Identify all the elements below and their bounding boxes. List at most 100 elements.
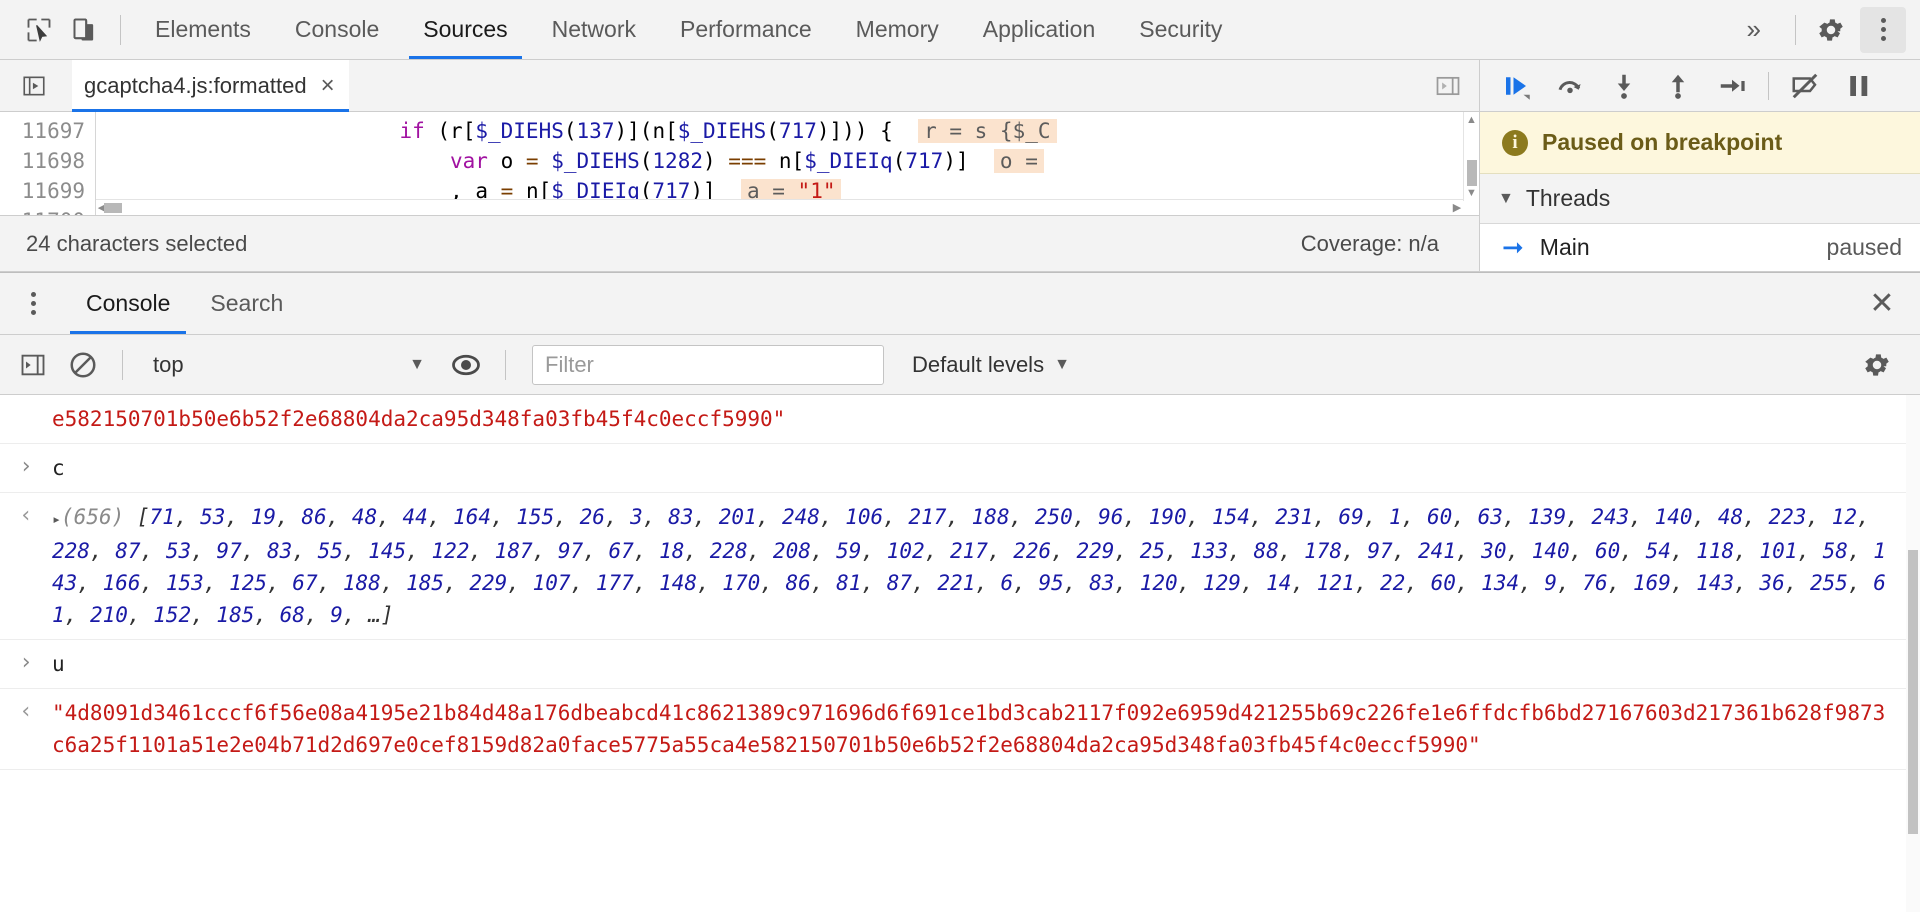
array-separator: , <box>1392 539 1418 563</box>
expand-array-icon[interactable]: ▸ <box>52 503 61 535</box>
tab-network[interactable]: Network <box>530 0 658 59</box>
array-separator: , <box>861 571 887 595</box>
console-settings-gear-icon[interactable] <box>1854 342 1900 388</box>
array-ellipsis: …] <box>368 603 394 627</box>
editor-vertical-scrollbar[interactable]: ▲ ▼ <box>1463 112 1479 201</box>
tab-performance[interactable]: Performance <box>658 0 834 59</box>
array-separator: , <box>642 505 669 529</box>
step-over-next-function-call-icon[interactable] <box>1546 64 1594 108</box>
paused-on-breakpoint-banner: i Paused on breakpoint <box>1480 112 1920 174</box>
info-icon: i <box>1502 129 1528 156</box>
console-filter-input[interactable]: Filter <box>532 344 884 385</box>
debugger-sidebar: i Paused on breakpoint ▼ Threads ➞ Main … <box>1480 60 1920 271</box>
drawer-more-options-icon[interactable] <box>10 281 56 327</box>
code-token: [ <box>462 119 476 143</box>
drawer-tab-console[interactable]: Console <box>66 273 190 334</box>
drawer-tab-search[interactable]: Search <box>190 273 303 334</box>
tab-elements[interactable]: Elements <box>133 0 273 59</box>
console-message-list[interactable]: e582150701b50e6b52f2e68804da2ca95d348fa0… <box>0 395 1920 912</box>
array-item: 68 <box>279 603 305 627</box>
scroll-down-icon[interactable]: ▼ <box>1464 185 1479 201</box>
close-drawer-icon[interactable]: ✕ <box>1862 284 1902 324</box>
array-separator: , <box>1670 571 1697 595</box>
array-separator: , <box>810 571 837 595</box>
inline-debug-value: r = s {$_C <box>918 119 1057 143</box>
code-token: var <box>450 149 488 173</box>
device-toolbar-icon[interactable] <box>62 7 108 53</box>
inspect-cursor-icon[interactable] <box>16 7 62 53</box>
create-live-expression-icon[interactable] <box>443 342 489 388</box>
console-scrollbar-thumb[interactable] <box>1908 550 1918 835</box>
show-navigator-icon[interactable] <box>14 66 54 106</box>
open-in-drawer-icon[interactable] <box>1427 65 1469 107</box>
array-item: 3 <box>630 505 643 529</box>
console-toolbar-divider-1 <box>122 349 123 380</box>
tab-memory[interactable]: Memory <box>834 0 961 59</box>
array-item: 190 <box>1148 505 1187 529</box>
array-item: 122 <box>431 539 470 563</box>
hscrollbar-thumb[interactable] <box>104 203 122 213</box>
scroll-right-icon[interactable]: ▶ <box>1451 200 1463 215</box>
line-number: 11699 <box>21 179 85 203</box>
code-token: ( <box>437 119 451 143</box>
more-tabs-icon[interactable]: » <box>1725 14 1783 45</box>
code-token: === <box>728 149 767 173</box>
code-token: $_DIEIq <box>804 149 893 173</box>
three-dot-menu-icon[interactable] <box>1860 6 1906 53</box>
code-token: n <box>652 119 666 143</box>
array-separator: , <box>225 505 251 529</box>
array-separator: , <box>1734 539 1760 563</box>
log-levels-selector[interactable]: Default levels ▼ <box>898 352 1084 378</box>
array-separator: , <box>1519 571 1545 595</box>
array-separator: , <box>191 539 217 563</box>
thread-row-main[interactable]: ➞ Main paused <box>1480 224 1920 271</box>
file-tab-gcaptcha4[interactable]: gcaptcha4.js:formatted × <box>72 60 349 112</box>
deactivate-breakpoints-icon[interactable] <box>1781 64 1829 108</box>
array-separator: , <box>1291 571 1317 595</box>
array-item: 223 <box>1768 505 1807 529</box>
array-item: 60 <box>1430 571 1456 595</box>
array-item: 54 <box>1645 539 1671 563</box>
pause-on-exceptions-icon[interactable] <box>1835 64 1883 108</box>
array-separator: , <box>1670 539 1697 563</box>
array-separator: , <box>760 571 786 595</box>
scroll-up-icon[interactable]: ▲ <box>1464 112 1479 128</box>
array-item: 26 <box>579 505 605 529</box>
step-out-of-current-function-icon[interactable] <box>1654 64 1702 108</box>
resume-script-execution-icon[interactable] <box>1492 64 1540 108</box>
array-item: 185 <box>216 603 255 627</box>
inline-debug-value: o = <box>993 149 1044 173</box>
array-item: 19 <box>250 505 277 529</box>
code-editor[interactable]: 11697 11698 11699 11700 if (r[$_DIEHS(13… <box>0 112 1479 215</box>
console-scrollbar[interactable] <box>1906 395 1920 912</box>
array-separator: , <box>946 505 972 529</box>
array-separator: , <box>77 571 103 595</box>
array-separator: , <box>819 505 846 529</box>
array-item: 210 <box>89 603 128 627</box>
array-item: 231 <box>1275 505 1314 529</box>
gear-icon[interactable] <box>1808 7 1854 53</box>
code-token: { <box>867 119 893 143</box>
array-separator: , <box>693 505 719 529</box>
tab-console[interactable]: Console <box>273 0 401 59</box>
code-token: if <box>399 119 425 143</box>
tab-security[interactable]: Security <box>1117 0 1244 59</box>
scrollbar-thumb[interactable] <box>1467 160 1477 186</box>
array-item: 60 <box>1595 539 1621 563</box>
step-into-next-function-call-icon[interactable] <box>1600 64 1648 108</box>
devtools-window: Elements Console Sources Network Perform… <box>0 0 1920 912</box>
execution-context-selector[interactable]: top ▼ <box>139 352 439 378</box>
threads-section-header[interactable]: ▼ Threads <box>1480 174 1920 224</box>
console-sidebar-icon[interactable] <box>10 342 56 388</box>
array-item: 25 <box>1139 539 1165 563</box>
array-separator: , <box>1164 539 1191 563</box>
array-item: 164 <box>453 505 492 529</box>
tab-application[interactable]: Application <box>961 0 1118 59</box>
tab-sources[interactable]: Sources <box>401 0 529 59</box>
close-icon[interactable]: × <box>321 73 335 98</box>
clear-console-icon[interactable] <box>60 342 106 388</box>
editor-horizontal-scrollbar[interactable]: ◀ ▶ <box>96 199 1463 215</box>
code-token: ) <box>842 119 855 143</box>
array-separator: , <box>304 603 331 627</box>
step-icon[interactable] <box>1708 64 1756 108</box>
